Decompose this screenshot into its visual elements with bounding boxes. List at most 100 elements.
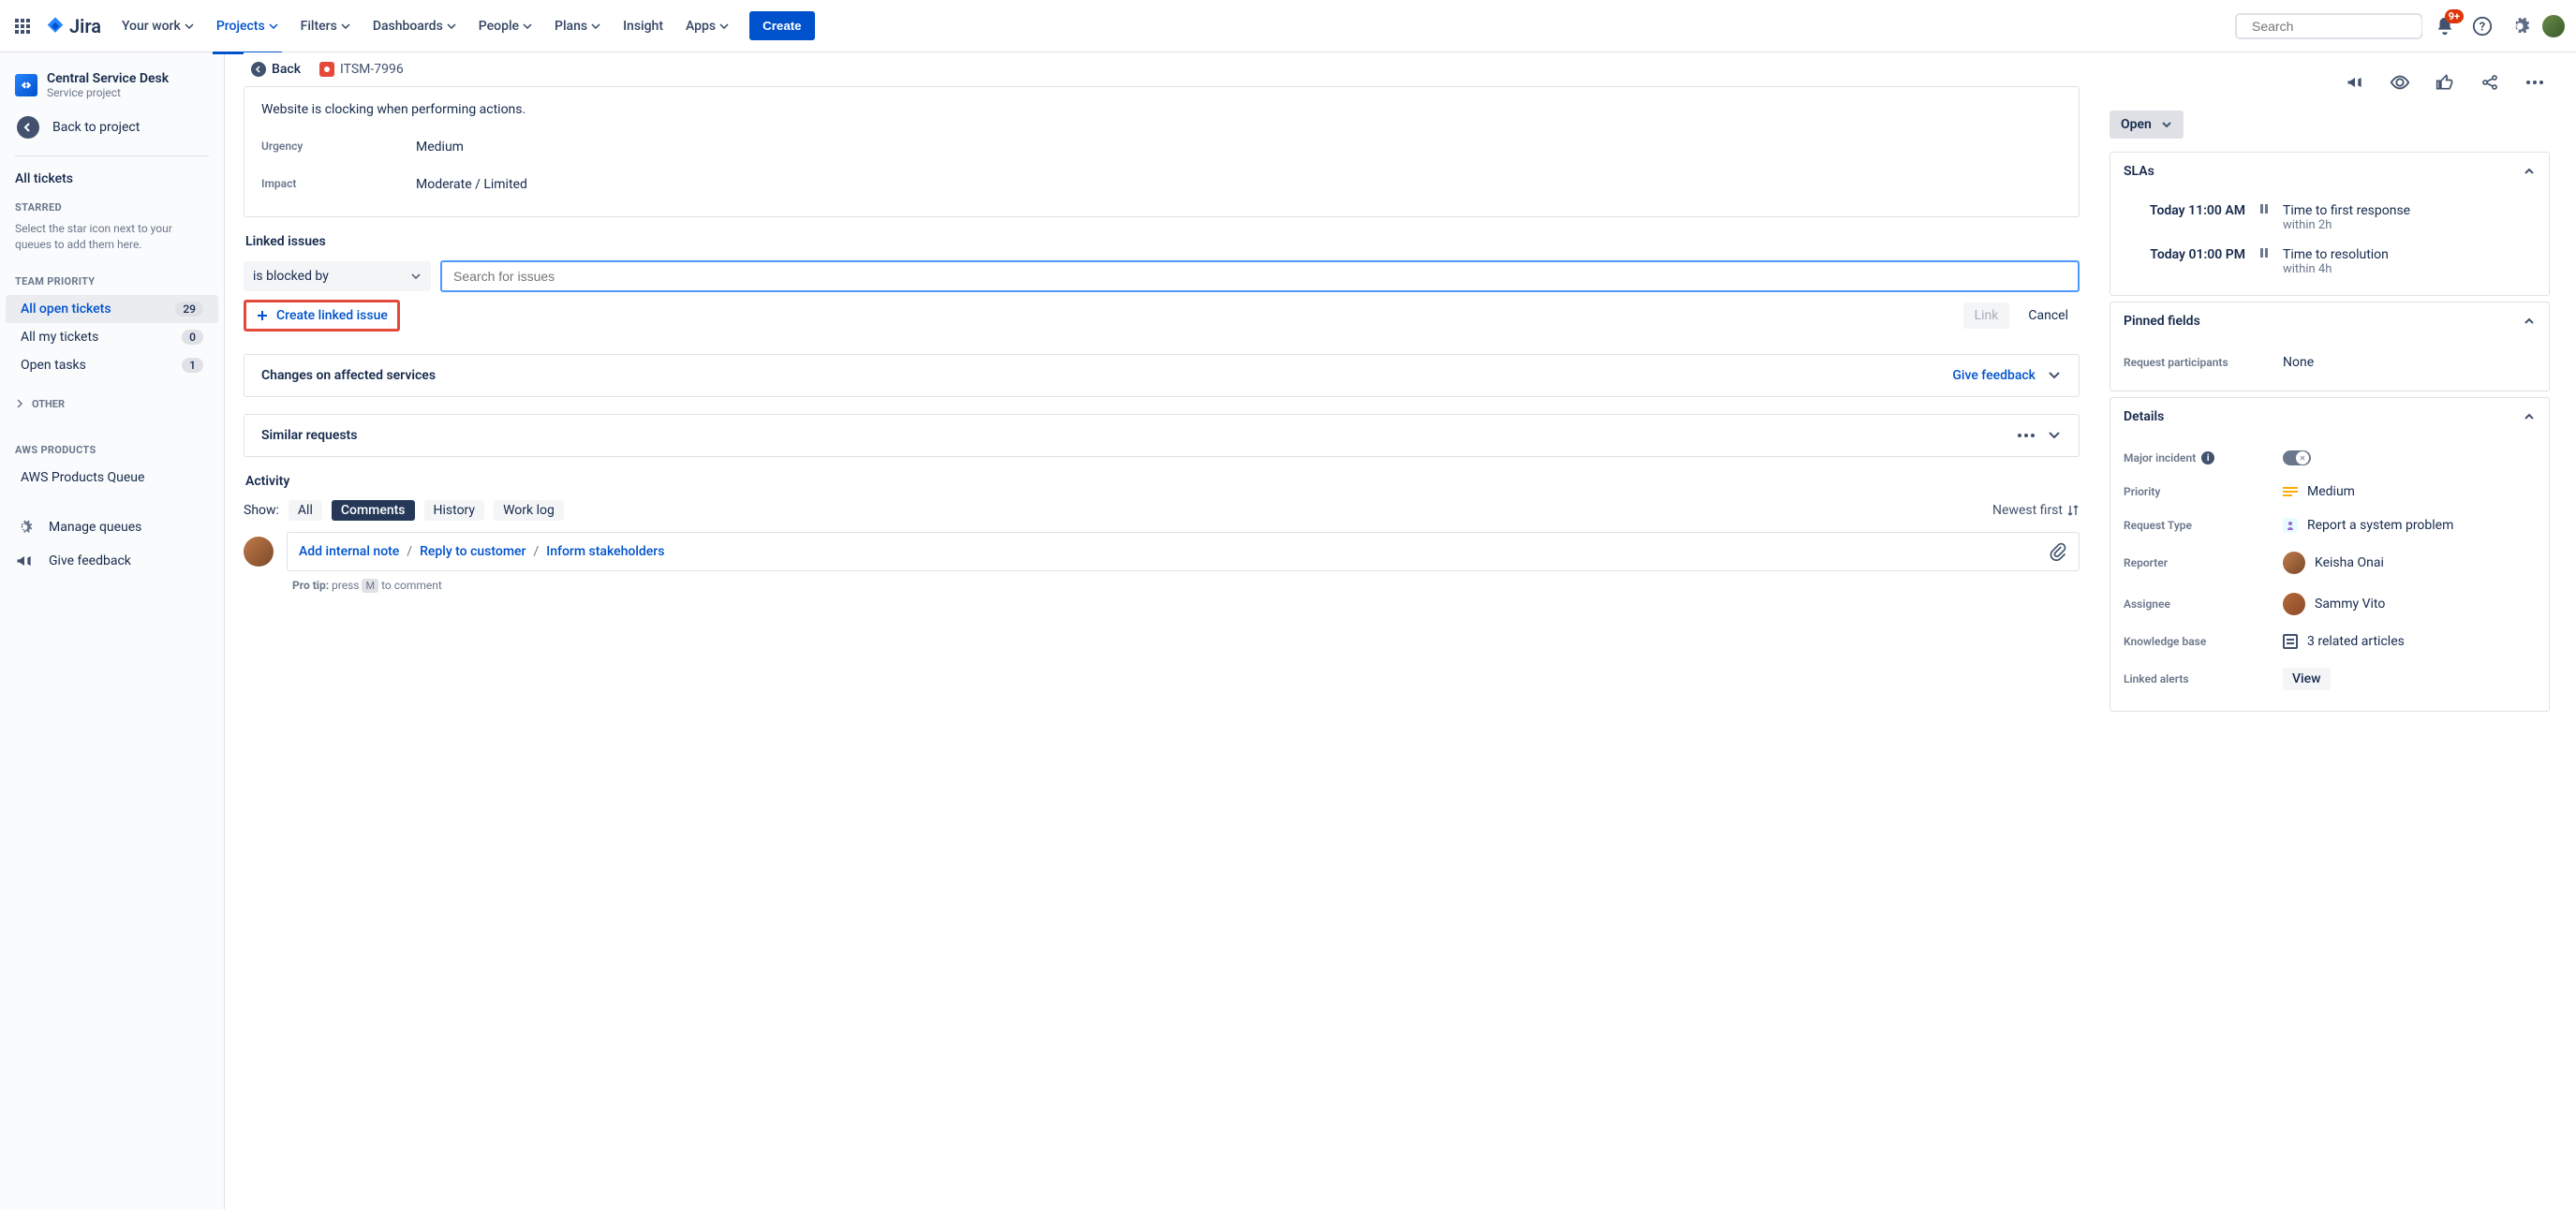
- back-button[interactable]: Back: [251, 62, 301, 77]
- notif-badge: 9+: [2445, 9, 2464, 23]
- starred-help: Select the star icon next to your queues…: [0, 221, 224, 253]
- other-toggle[interactable]: OTHER: [0, 391, 224, 418]
- global-search[interactable]: [2235, 13, 2422, 39]
- aws-header: AWS PRODUCTS: [0, 436, 224, 464]
- nav-people[interactable]: People: [469, 11, 541, 41]
- manage-queues[interactable]: Manage queues: [0, 510, 224, 544]
- more-actions-icon[interactable]: [2520, 67, 2550, 97]
- search-input[interactable]: [2246, 19, 2421, 34]
- link-type-select[interactable]: is blocked by: [244, 261, 431, 291]
- all-tickets[interactable]: All tickets: [0, 164, 224, 194]
- nav-insight[interactable]: Insight: [614, 11, 673, 41]
- urgency-value: Medium: [416, 140, 464, 155]
- sla-time-1: Today 11:00 AM: [2124, 203, 2245, 218]
- details-header[interactable]: Details: [2110, 398, 2549, 435]
- settings-icon[interactable]: [2505, 11, 2535, 41]
- search-issues-input[interactable]: [440, 260, 2080, 292]
- request-type-value[interactable]: Report a system problem: [2283, 518, 2536, 533]
- reply-to-customer[interactable]: Reply to customer: [420, 544, 526, 559]
- give-feedback-link[interactable]: Give feedback: [1952, 368, 2036, 383]
- profile-avatar[interactable]: [2542, 15, 2565, 37]
- notifications-icon[interactable]: 9+: [2430, 11, 2460, 41]
- chevron-right-icon: [15, 399, 24, 408]
- major-label: Major incident: [2124, 451, 2196, 464]
- priority-icon: [2283, 487, 2298, 496]
- nav-filters[interactable]: Filters: [291, 11, 360, 41]
- chevron-down-icon: [2161, 119, 2172, 130]
- queue-all-open[interactable]: All open tickets 29: [6, 295, 218, 323]
- like-icon[interactable]: [2430, 67, 2460, 97]
- kb-value[interactable]: 3 related articles: [2283, 634, 2536, 649]
- sort-newest[interactable]: Newest first: [1992, 503, 2080, 518]
- impact-label: Impact: [261, 177, 416, 192]
- chevron-up-icon: [2523, 315, 2536, 328]
- show-label: Show:: [244, 503, 279, 518]
- assignee-avatar: [2283, 593, 2305, 615]
- more-icon[interactable]: [2017, 433, 2036, 438]
- app-switcher-icon[interactable]: [11, 15, 34, 37]
- back-to-project[interactable]: Back to project: [0, 107, 224, 148]
- view-alerts-button[interactable]: View: [2283, 668, 2331, 690]
- reporter-avatar: [2283, 552, 2305, 574]
- chevron-down-icon[interactable]: [2047, 368, 2062, 383]
- watch-icon[interactable]: [2385, 67, 2415, 97]
- nav-projects[interactable]: Projects: [207, 11, 288, 41]
- tab-comments[interactable]: Comments: [332, 500, 415, 521]
- priority-value[interactable]: Medium: [2283, 484, 2536, 499]
- comment-box[interactable]: Add internal note / Reply to customer / …: [287, 532, 2080, 571]
- share-icon[interactable]: [2475, 67, 2505, 97]
- queue-all-my[interactable]: All my tickets 0: [6, 323, 218, 351]
- participants-value[interactable]: None: [2283, 355, 2536, 370]
- svg-text:?: ?: [2480, 20, 2485, 34]
- help-icon[interactable]: ?: [2467, 11, 2497, 41]
- attachment-icon[interactable]: [2049, 542, 2067, 561]
- plus-icon: [256, 309, 269, 322]
- nav-plans[interactable]: Plans: [545, 11, 610, 41]
- status-button[interactable]: Open: [2110, 111, 2184, 139]
- priority-label: Priority: [2124, 485, 2283, 498]
- info-icon[interactable]: i: [2201, 451, 2214, 464]
- aws-queue[interactable]: AWS Products Queue: [6, 464, 218, 492]
- reporter-value[interactable]: Keisha Onai: [2283, 552, 2536, 574]
- slas-panel: SLAs Today 11:00 AM Time to first respon…: [2110, 152, 2550, 296]
- tab-all[interactable]: All: [289, 500, 322, 521]
- request-type-icon: [2283, 518, 2298, 533]
- jira-logo[interactable]: Jira: [45, 15, 101, 37]
- link-button: Link: [1963, 302, 2010, 329]
- queue-open-tasks[interactable]: Open tasks 1: [6, 351, 218, 379]
- give-feedback-sidebar[interactable]: Give feedback: [0, 544, 224, 578]
- kb-icon: [2283, 634, 2298, 649]
- team-priority-header: TEAM PRIORITY: [0, 268, 224, 295]
- chevron-up-icon: [2523, 165, 2536, 178]
- add-internal-note[interactable]: Add internal note: [299, 544, 399, 559]
- slas-header[interactable]: SLAs: [2110, 153, 2549, 190]
- chevron-up-icon: [2523, 410, 2536, 423]
- nav-apps[interactable]: Apps: [676, 11, 738, 41]
- pinned-header[interactable]: Pinned fields: [2110, 302, 2549, 340]
- inform-stakeholders[interactable]: Inform stakeholders: [546, 544, 664, 559]
- cancel-button[interactable]: Cancel: [2017, 302, 2080, 329]
- tab-worklog[interactable]: Work log: [494, 500, 564, 521]
- sidebar: Central Service Desk Service project Bac…: [0, 52, 225, 1209]
- activity-header: Activity: [245, 474, 2080, 489]
- create-linked-issue-button[interactable]: Create linked issue: [244, 300, 400, 332]
- issue-key[interactable]: ITSM-7996: [319, 62, 404, 77]
- major-incident-toggle[interactable]: [2283, 450, 2311, 465]
- current-user-avatar: [244, 537, 274, 567]
- urgency-label: Urgency: [261, 140, 416, 155]
- tab-history[interactable]: History: [424, 500, 485, 521]
- chevron-down-icon[interactable]: [2047, 428, 2062, 443]
- feedback-icon[interactable]: [2340, 67, 2370, 97]
- nav-your-work[interactable]: Your work: [112, 11, 203, 41]
- project-header[interactable]: Central Service Desk Service project: [0, 64, 224, 107]
- comment-tip: Pro tip: press M to comment: [244, 571, 2080, 592]
- gear-icon: [15, 518, 34, 537]
- issue-type-icon: [319, 62, 334, 77]
- pinned-panel: Pinned fields Request participants None: [2110, 302, 2550, 391]
- back-circle-icon: [251, 62, 266, 77]
- nav-dashboards[interactable]: Dashboards: [363, 11, 466, 41]
- create-button[interactable]: Create: [749, 11, 815, 40]
- right-column: Open SLAs Today 11:00 AM Time to first r…: [2098, 52, 2576, 1209]
- assignee-value[interactable]: Sammy Vito: [2283, 593, 2536, 615]
- assignee-label: Assignee: [2124, 597, 2283, 611]
